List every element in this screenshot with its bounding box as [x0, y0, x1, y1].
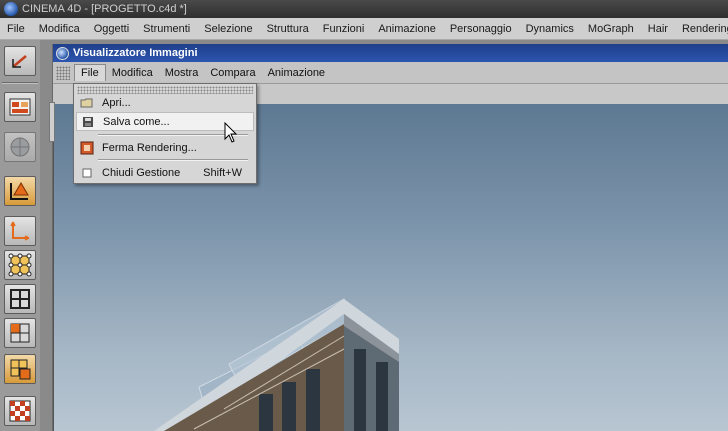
cinema4d-logo-icon [56, 46, 69, 60]
view-panel-icon [9, 98, 31, 116]
undo-button[interactable] [4, 46, 36, 76]
texture-mode-button[interactable] [4, 396, 36, 426]
menu-modifica[interactable]: Modifica [32, 23, 87, 35]
polygons-mode-button[interactable] [4, 318, 36, 348]
axis-icon [10, 221, 30, 241]
viewer-menu-compara[interactable]: Compara [204, 65, 261, 81]
menu-dynamics[interactable]: Dynamics [519, 23, 581, 35]
menu-struttura[interactable]: Struttura [260, 23, 316, 35]
edges-mode-button[interactable] [4, 284, 36, 314]
viewer-side-tab[interactable] [49, 102, 55, 142]
open-folder-icon [80, 96, 94, 110]
polygons-grid-icon [10, 323, 30, 343]
menu-item-apri[interactable]: Apri... [76, 93, 254, 112]
menu-animazione[interactable]: Animazione [371, 23, 442, 35]
main-menu-bar: File Modifica Oggetti Strumenti Selezion… [0, 18, 728, 40]
menu-selezione[interactable]: Selezione [197, 23, 259, 35]
checker-icon [9, 400, 31, 422]
live-selection-button[interactable] [4, 132, 36, 162]
menu-strumenti[interactable]: Strumenti [136, 23, 197, 35]
app-title: CINEMA 4D - [PROGETTO.c4d *] [22, 3, 187, 15]
menu-item-shortcut: Shift+W [203, 166, 242, 179]
menu-grip-handle[interactable] [56, 65, 70, 80]
menu-file[interactable]: File [0, 23, 32, 35]
viewer-title-bar[interactable]: Visualizzatore Immagini [53, 44, 728, 62]
close-square-icon [80, 166, 94, 180]
points-grid-icon [8, 253, 32, 277]
stop-render-icon [80, 141, 94, 155]
menu-hair[interactable]: Hair [641, 23, 675, 35]
toolbar-separator [2, 82, 38, 84]
move-axis-icon [10, 182, 29, 200]
points-mode-button[interactable] [4, 250, 36, 280]
menu-item-label: Chiudi Gestione [102, 166, 181, 179]
menu-item-label: Apri... [102, 96, 131, 109]
axis-tool-button[interactable] [4, 216, 36, 246]
menu-separator [98, 159, 248, 161]
viewer-menu-mostra[interactable]: Mostra [159, 65, 205, 81]
viewer-menu-file[interactable]: File [74, 64, 106, 81]
model-mode-button[interactable] [4, 354, 36, 384]
move-tool-button[interactable] [4, 176, 36, 206]
menu-rendering[interactable]: Rendering [675, 23, 728, 35]
cinema4d-logo-icon [4, 2, 18, 16]
menu-item-chiudi-gestione[interactable]: Chiudi Gestione Shift+W [76, 163, 254, 182]
menu-funzioni[interactable]: Funzioni [316, 23, 372, 35]
viewer-menu-modifica[interactable]: Modifica [106, 65, 159, 81]
mouse-cursor-icon [224, 122, 238, 143]
viewer-menu-animazione[interactable]: Animazione [262, 65, 331, 81]
view-layout-button[interactable] [4, 92, 36, 122]
menu-personaggio[interactable]: Personaggio [443, 23, 519, 35]
viewer-menu-bar: File Modifica Mostra Compara Animazione [53, 62, 728, 84]
viewer-title: Visualizzatore Immagini [73, 47, 198, 59]
globe-select-icon [10, 137, 30, 157]
left-toolbar [0, 40, 40, 431]
menu-oggetti[interactable]: Oggetti [87, 23, 136, 35]
menu-mograph[interactable]: MoGraph [581, 23, 641, 35]
edges-grid-icon [10, 289, 30, 309]
save-disk-icon [81, 115, 95, 129]
model-grid-icon [10, 359, 31, 380]
undo-arrow-icon [12, 55, 27, 68]
app-title-bar: CINEMA 4D - [PROGETTO.c4d *] [0, 0, 728, 18]
